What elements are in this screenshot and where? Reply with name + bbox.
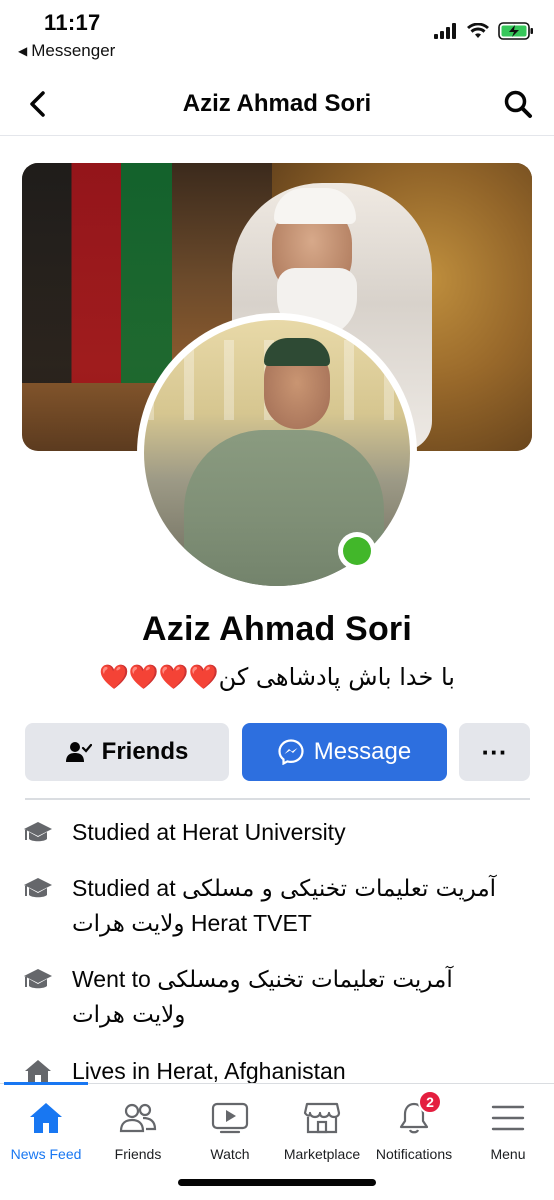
menu-icon (488, 1098, 528, 1138)
wifi-icon (467, 23, 489, 38)
detail-value: ولایت هرات Herat TVET (72, 910, 312, 936)
tab-marketplace[interactable]: Marketplace (276, 1098, 368, 1162)
profile-bio: با خدا باش پادشاهی کن❤️❤️❤️❤️ (0, 663, 554, 691)
detail-value: Herat, Afghanistan (156, 1058, 346, 1084)
tab-news-feed[interactable]: News Feed (0, 1098, 92, 1162)
avatar-hat-shape (264, 338, 330, 366)
detail-text[interactable]: Studied at آمریت تعلیمات تخنیکی و مسلکی … (72, 871, 496, 940)
signal-icon (434, 23, 456, 39)
top-navigation: Aziz Ahmad Sori (0, 72, 554, 136)
graduation-cap-icon (22, 964, 54, 996)
tab-label: Watch (210, 1146, 250, 1162)
bell-icon: 2 (394, 1090, 442, 1138)
detail-value: ولایت هرات (72, 1002, 186, 1028)
profile-actions: Friends Message ··· (25, 723, 530, 781)
detail-rtl-name: آمریت تعلیمات تخنیک ومسلکی (157, 967, 453, 993)
tab-friends[interactable]: Friends (92, 1098, 184, 1162)
section-divider (25, 798, 530, 800)
page-title: Aziz Ahmad Sori (182, 90, 372, 117)
tab-label: Notifications (375, 1146, 453, 1162)
more-icon: ··· (481, 736, 508, 767)
message-button-label: Message (313, 738, 412, 765)
friends-icon (118, 1098, 158, 1138)
friends-button[interactable]: Friends (25, 723, 229, 781)
tab-label: Marketplace (283, 1146, 361, 1162)
back-app-label: Messenger (31, 41, 116, 60)
watch-icon (210, 1098, 250, 1138)
messenger-icon (278, 739, 304, 765)
back-to-app-link[interactable]: ◀ Messenger (18, 41, 115, 61)
friends-button-label: Friends (101, 738, 189, 765)
online-status-indicator (338, 532, 376, 570)
online-dot (343, 537, 371, 565)
detail-prefix: Studied at (72, 819, 182, 845)
profile-name: Aziz Ahmad Sori (142, 610, 412, 648)
cover-cap-shape (274, 188, 356, 224)
tab-watch[interactable]: Watch (184, 1098, 276, 1162)
tab-menu[interactable]: Menu (462, 1098, 554, 1162)
detail-education-3: Went to آمریت تعلیمات تخنیک ومسلکی ولایت… (22, 962, 532, 1032)
system-icons (434, 22, 534, 40)
tab-label: Friends (114, 1146, 162, 1162)
detail-prefix: Lives in (72, 1058, 157, 1084)
more-options-button[interactable]: ··· (459, 723, 530, 781)
back-triangle-icon: ◀ (18, 44, 28, 58)
battery-charging-icon (498, 22, 533, 40)
detail-prefix: Studied at (72, 875, 182, 901)
bio-hearts: ❤️❤️❤️❤️ (99, 663, 221, 691)
graduation-cap-icon (22, 873, 54, 905)
detail-prefix: Went to (72, 966, 158, 992)
detail-rtl-name: آمریت تعلیمات تخنیکی و مسلکی (181, 876, 497, 902)
active-tab-indicator (4, 1082, 88, 1085)
graduation-cap-icon (22, 817, 54, 849)
detail-text[interactable]: Went to آمریت تعلیمات تخنیک ومسلکی ولایت… (72, 962, 453, 1032)
status-bar: 11:17 ◀ Messenger (0, 0, 554, 70)
home-indicator[interactable] (178, 1179, 376, 1186)
bio-text: با خدا باش پادشاهی کن (218, 663, 455, 691)
home-icon (26, 1098, 66, 1138)
status-time: 11:17 (44, 10, 101, 35)
detail-value: Herat University (181, 819, 346, 845)
notification-badge: 2 (418, 1090, 442, 1114)
tab-label: Menu (490, 1146, 526, 1162)
friend-check-icon (65, 742, 92, 762)
detail-education-1: Studied at Herat University (22, 815, 532, 849)
search-icon (504, 90, 532, 118)
message-button[interactable]: Message (242, 723, 447, 781)
tab-label: News Feed (10, 1146, 82, 1162)
detail-education-2: Studied at آمریت تعلیمات تخنیکی و مسلکی … (22, 871, 532, 940)
profile-details: Studied at Herat University Studied at آ… (22, 815, 532, 1110)
detail-text[interactable]: Studied at Herat University (72, 815, 346, 849)
tab-notifications[interactable]: 2 Notifications (368, 1090, 460, 1162)
marketplace-icon (302, 1098, 342, 1138)
search-button[interactable] (500, 86, 536, 122)
